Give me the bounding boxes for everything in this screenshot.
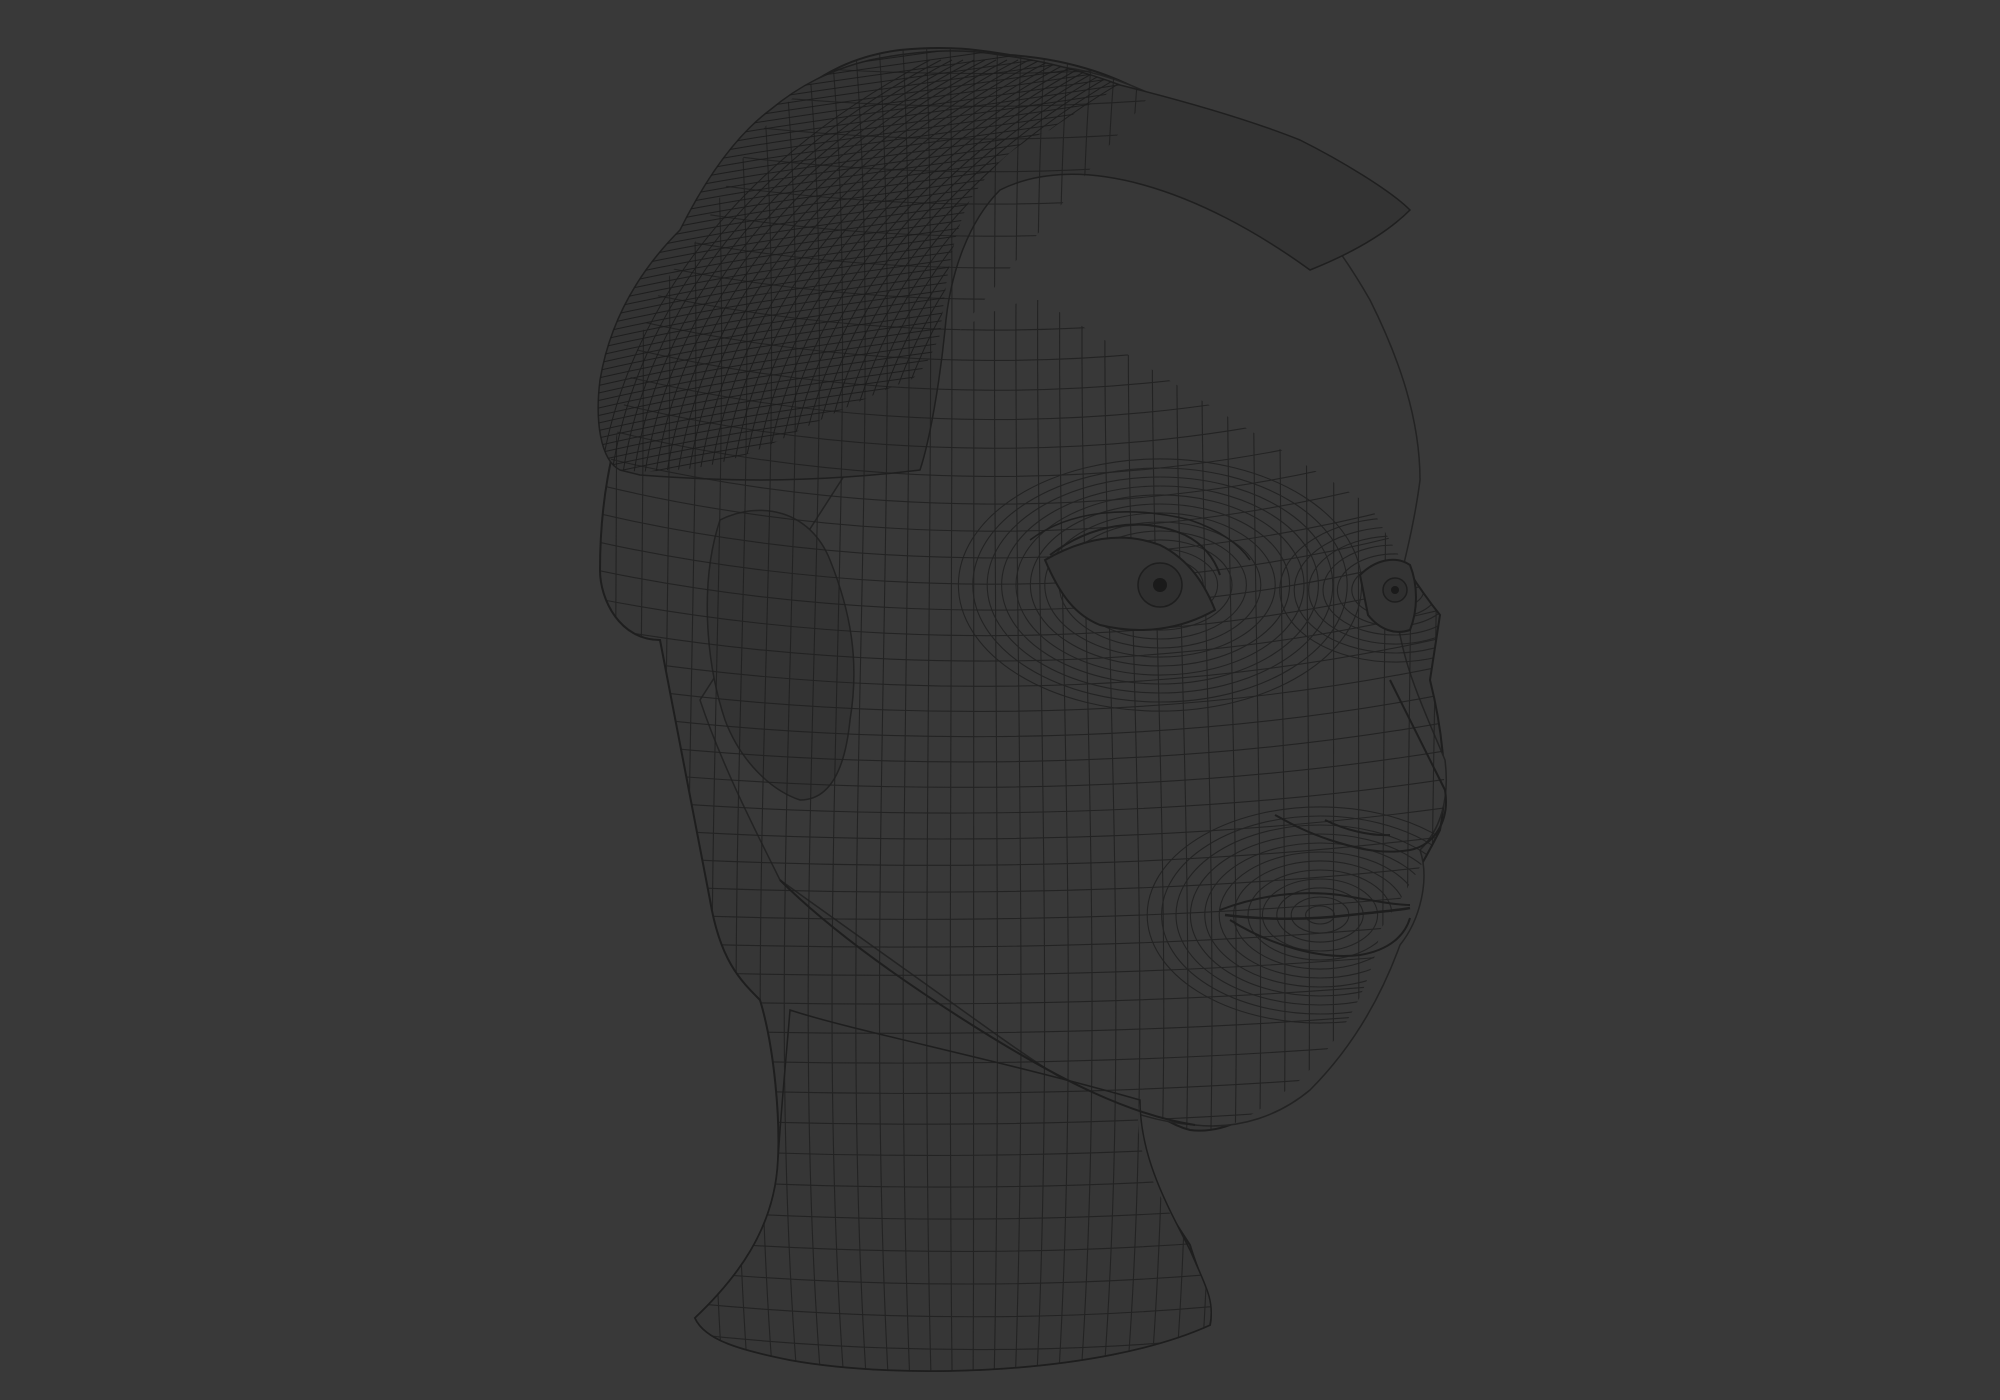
left-pupil xyxy=(1153,578,1167,592)
right-pupil xyxy=(1391,586,1399,594)
wireframe-canvas[interactable] xyxy=(0,0,2000,1400)
mesh-edge-ring xyxy=(1478,30,1492,1390)
mesh-edge-ring xyxy=(1454,30,1467,1390)
head-mesh xyxy=(597,46,1448,1372)
mesh-edge-ring xyxy=(613,47,618,1371)
mesh-edge-ring xyxy=(661,47,672,1371)
3d-viewport[interactable] xyxy=(0,0,2000,1400)
mesh-edge-ring xyxy=(637,47,645,1371)
